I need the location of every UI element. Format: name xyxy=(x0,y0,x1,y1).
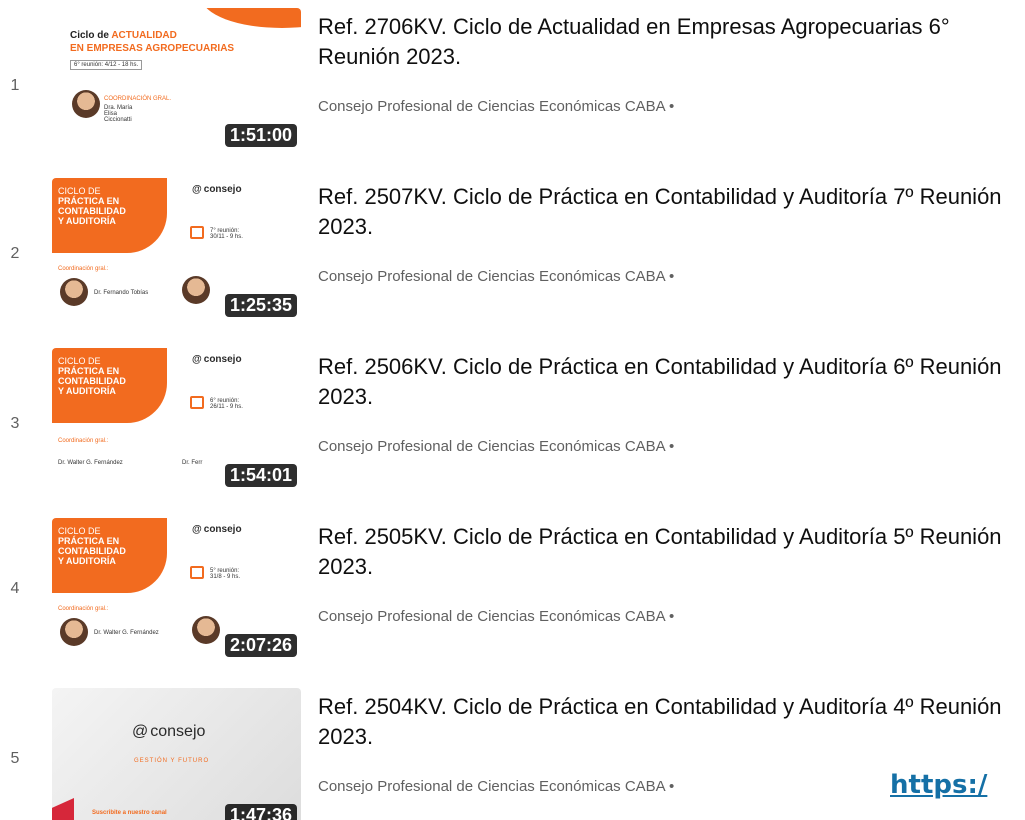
video-thumbnail[interactable]: CICLO DE PRÁCTICA EN CONTABILIDAD Y AUDI… xyxy=(52,518,301,661)
duration-badge: 1:51:00 xyxy=(224,124,297,147)
thumbnail-decoration xyxy=(202,8,301,28)
thumbnail-meeting: 5° reunión: 31/8 - 9 hs. xyxy=(210,568,241,580)
avatar xyxy=(60,618,88,646)
video-index: 3 xyxy=(10,415,20,432)
thumbnail-coord: Coordinación gral.: xyxy=(58,266,109,272)
channel-name[interactable]: Consejo Profesional de Ciencias Económic… xyxy=(318,608,674,625)
video-row[interactable]: 1 Ciclo de ACTUALIDAD EN EMPRESAS AGROPE… xyxy=(0,0,1025,165)
thumbnail-title-line1: Ciclo de ACTUALIDAD xyxy=(70,30,177,41)
thumbnail-person: Dra. María Elisa Ciccionatti xyxy=(104,105,133,123)
video-row[interactable]: 2 CICLO DE PRÁCTICA EN CONTABILIDAD Y AU… xyxy=(0,170,1025,335)
avatar xyxy=(182,276,210,304)
thumbnail-person: Dr. Walter G. Fernández xyxy=(58,460,123,466)
thumbnail-title-line2: EN EMPRESAS AGROPECUARIAS xyxy=(70,43,235,54)
avatar xyxy=(60,278,88,306)
video-thumbnail[interactable]: CICLO DE PRÁCTICA EN CONTABILIDAD Y AUDI… xyxy=(52,348,301,491)
video-title[interactable]: Ref. 2506KV. Ciclo de Práctica en Contab… xyxy=(318,352,1023,412)
channel-name[interactable]: Consejo Profesional de Ciencias Económic… xyxy=(318,438,674,455)
thumbnail-meeting: 6° reunión: 4/12 - 18 hs. xyxy=(70,60,143,70)
thumbnail-tagline: GESTIÓN Y FUTURO xyxy=(134,758,210,764)
consejo-logo: consejo xyxy=(192,184,242,195)
thumbnail-coord: COORDINACIÓN GRAL. xyxy=(104,96,172,102)
video-title[interactable]: Ref. 2706KV. Ciclo de Actualidad en Empr… xyxy=(318,12,1023,72)
video-title[interactable]: Ref. 2504KV. Ciclo de Práctica en Contab… xyxy=(318,692,1023,752)
video-index: 2 xyxy=(10,245,20,262)
video-thumbnail[interactable]: Ciclo de ACTUALIDAD EN EMPRESAS AGROPECU… xyxy=(52,8,301,151)
thumbnail-coord: Coordinación gral.: xyxy=(58,438,109,444)
thumbnail-title: CICLO DE PRÁCTICA EN CONTABILIDAD Y AUDI… xyxy=(58,186,126,226)
consejo-logo: consejo xyxy=(192,524,242,535)
video-index: 5 xyxy=(10,750,20,767)
video-index: 1 xyxy=(10,77,20,94)
avatar xyxy=(72,90,100,118)
thumbnail-person: Dr. Ferr xyxy=(182,460,203,466)
video-row[interactable]: 4 CICLO DE PRÁCTICA EN CONTABILIDAD Y AU… xyxy=(0,510,1025,675)
video-row[interactable]: 3 CICLO DE PRÁCTICA EN CONTABILIDAD Y AU… xyxy=(0,340,1025,505)
thumbnail-subscribe: Suscribite a nuestro canal xyxy=(92,810,167,816)
thumbnail-meeting: 7° reunión: 30/11 - 9 hs. xyxy=(210,228,243,240)
channel-name[interactable]: Consejo Profesional de Ciencias Económic… xyxy=(318,98,674,115)
channel-name[interactable]: Consejo Profesional de Ciencias Económic… xyxy=(318,778,674,795)
calendar-icon xyxy=(190,226,204,239)
calendar-icon xyxy=(190,566,204,579)
thumbnail-meeting: 6° reunión: 26/11 - 9 hs. xyxy=(210,398,243,410)
video-title[interactable]: Ref. 2507KV. Ciclo de Práctica en Contab… xyxy=(318,182,1023,242)
video-thumbnail[interactable]: CICLO DE PRÁCTICA EN CONTABILIDAD Y AUDI… xyxy=(52,178,301,321)
duration-badge: 1:47:36 xyxy=(224,804,297,820)
thumbnail-title: CICLO DE PRÁCTICA EN CONTABILIDAD Y AUDI… xyxy=(58,356,126,396)
duration-badge: 1:54:01 xyxy=(224,464,297,487)
video-index: 4 xyxy=(10,580,20,597)
video-row[interactable]: 5 consejo GESTIÓN Y FUTURO Suscribite a … xyxy=(0,680,1025,820)
channel-name[interactable]: Consejo Profesional de Ciencias Económic… xyxy=(318,268,674,285)
video-thumbnail[interactable]: consejo GESTIÓN Y FUTURO Suscribite a nu… xyxy=(52,688,301,820)
url-link[interactable]: https:/ xyxy=(890,770,987,800)
duration-badge: 2:07:26 xyxy=(224,634,297,657)
thumbnail-person: Dr. Fernando Tobías xyxy=(94,290,149,296)
consejo-logo: consejo xyxy=(192,354,242,365)
thumbnail-person: Dr. Walter G. Fernández xyxy=(94,630,159,636)
duration-badge: 1:25:35 xyxy=(224,294,297,317)
avatar xyxy=(192,616,220,644)
thumbnail-coord: Coordinación gral.: xyxy=(58,606,109,612)
consejo-logo: consejo xyxy=(132,723,205,741)
video-title[interactable]: Ref. 2505KV. Ciclo de Práctica en Contab… xyxy=(318,522,1023,582)
thumbnail-decoration xyxy=(52,798,74,820)
thumbnail-title: CICLO DE PRÁCTICA EN CONTABILIDAD Y AUDI… xyxy=(58,526,126,566)
calendar-icon xyxy=(190,396,204,409)
